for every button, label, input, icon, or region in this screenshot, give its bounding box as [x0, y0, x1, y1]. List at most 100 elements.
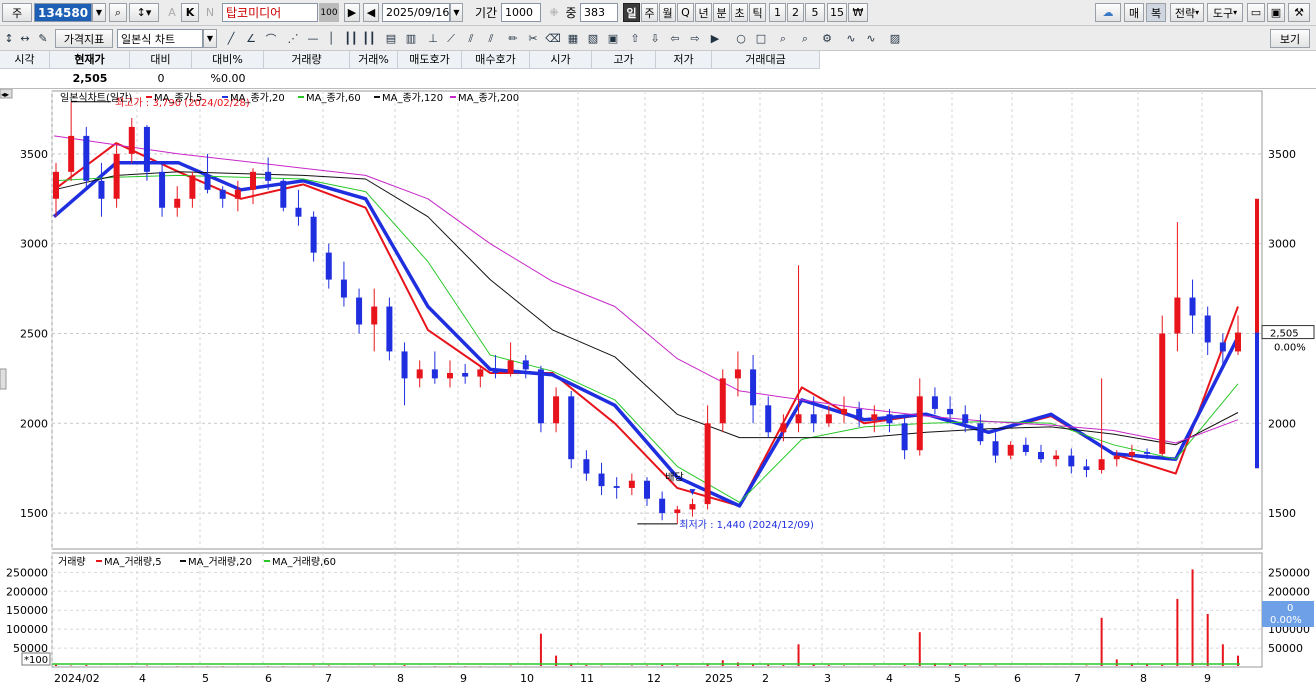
channel-tool-icon[interactable]: ⫽: [462, 29, 480, 48]
save-button[interactable]: ▣: [1267, 3, 1285, 22]
eraser-tool-icon[interactable]: ⌫: [544, 29, 562, 48]
period-button-6[interactable]: 초: [731, 3, 748, 22]
rect-tool-icon[interactable]: □: [752, 29, 770, 48]
note-tool-icon[interactable]: ▧: [584, 29, 602, 48]
zoom2-tool-icon[interactable]: ⌕: [796, 29, 814, 48]
grid-tool-icon[interactable]: ▤: [382, 29, 400, 48]
quote-header-1: 현재가: [50, 51, 130, 69]
circle-tool-icon[interactable]: ○: [732, 29, 750, 48]
next-button[interactable]: ▶: [344, 3, 360, 22]
letter-n-button[interactable]: N: [203, 3, 217, 22]
left-collapse-handle[interactable]: [0, 368, 7, 390]
stock-chart[interactable]: ◂▸35003500300030002500250020002000150015…: [0, 88, 1316, 687]
grid2-tool-icon[interactable]: ▥: [402, 29, 420, 48]
x-axis-label: 7: [1074, 672, 1081, 685]
image-tool-icon[interactable]: ▨: [886, 29, 904, 48]
cloud-button[interactable]: ☁: [1095, 3, 1121, 22]
bars2-tool-icon[interactable]: ┃┃: [360, 29, 378, 48]
marker-tool-icon[interactable]: ▶: [706, 29, 724, 48]
chart-type-select[interactable]: 일본식 차트: [117, 29, 203, 48]
tools-button[interactable]: 도구 ▾: [1207, 3, 1243, 22]
gear-tool-icon[interactable]: ⚙: [818, 29, 836, 48]
candle-body: [613, 486, 620, 488]
up-arrow-icon[interactable]: ⇧: [626, 29, 644, 48]
candle-body: [1083, 466, 1090, 470]
candle-body: [386, 306, 393, 352]
stock-name-field[interactable]: 탑코미디어: [222, 3, 318, 22]
strategy-button[interactable]: 전략 ▾: [1170, 3, 1204, 22]
period-button-7[interactable]: 틱: [749, 3, 766, 22]
market-select[interactable]: 주: [2, 3, 32, 22]
candle-body: [143, 126, 150, 172]
quote-value-5: [350, 70, 398, 88]
crosshair-icon[interactable]: ⁜: [544, 3, 564, 22]
view-button[interactable]: 보기: [1270, 29, 1310, 48]
arrow-left-right-icon[interactable]: ↔: [16, 29, 34, 48]
code-dropdown-arrow[interactable]: ▼: [92, 3, 106, 22]
stock-code-input[interactable]: 134580: [34, 3, 92, 22]
search-button[interactable]: ⌕: [109, 3, 127, 22]
period-input[interactable]: 1000: [501, 3, 541, 22]
date-input[interactable]: 2025/09/16: [382, 3, 450, 22]
quote-value-2: 0: [157, 72, 165, 85]
period-button-5[interactable]: 분: [713, 3, 730, 22]
zoom-tool-icon[interactable]: ⌕: [774, 29, 792, 48]
candle-body: [340, 279, 347, 298]
line-tool-icon[interactable]: ╱: [222, 29, 240, 48]
magic-tool-icon[interactable]: ✂: [524, 29, 542, 48]
copy-button[interactable]: 복: [1146, 3, 1166, 22]
hline-tool-icon[interactable]: —: [304, 29, 322, 48]
candle-body: [583, 459, 590, 474]
period-button-3[interactable]: Q: [677, 3, 694, 22]
sort-button[interactable]: ↕▾: [129, 3, 159, 22]
current-volume-label: 0: [1287, 603, 1293, 614]
candle-body: [522, 360, 529, 370]
pencil-tool-icon[interactable]: ✏: [504, 29, 522, 48]
candle-body: [765, 405, 772, 433]
period-button-10[interactable]: 5: [805, 3, 825, 22]
bars-tool-icon[interactable]: ┃┃: [342, 29, 360, 48]
price-indicator-button[interactable]: 가격지표: [55, 29, 113, 48]
x-axis-label: 7: [325, 672, 332, 685]
parallel-tool-icon[interactable]: ⫽: [482, 29, 500, 48]
angle-tool-icon[interactable]: ∠: [242, 29, 260, 48]
edit-icon[interactable]: ✎: [34, 29, 52, 48]
wave-tool-icon[interactable]: ∿: [842, 29, 860, 48]
vline-tool-icon[interactable]: │: [322, 29, 340, 48]
chart-type-dropdown[interactable]: ▼: [203, 29, 217, 48]
arc-tool-icon[interactable]: ⌒: [262, 29, 280, 48]
down-arrow-icon[interactable]: ⇩: [646, 29, 664, 48]
letter-k-button[interactable]: K: [181, 3, 199, 22]
trend-tool-icon[interactable]: ⟋: [442, 29, 460, 48]
box-tool-icon[interactable]: ▣: [604, 29, 622, 48]
period-button-1[interactable]: 주: [641, 3, 658, 22]
candle-body: [492, 369, 499, 373]
period-button-8[interactable]: 1: [769, 3, 786, 22]
prev-button[interactable]: ◀: [363, 3, 379, 22]
wave2-tool-icon[interactable]: ∿: [862, 29, 880, 48]
left-arrow-icon[interactable]: ⇦: [666, 29, 684, 48]
chart-area[interactable]: ◂▸35003500300030002500250020002000150015…: [0, 88, 1316, 687]
price-legend-item: MA_종가,5: [154, 92, 202, 104]
candle-body: [401, 351, 408, 379]
settings-button[interactable]: ⚒: [1288, 3, 1310, 22]
open-folder-button[interactable]: ▭: [1247, 3, 1265, 22]
period-button-9[interactable]: 2: [787, 3, 804, 22]
fan-tool-icon[interactable]: ⋰: [284, 29, 302, 48]
letter-a-button[interactable]: A: [165, 3, 179, 22]
buy-button[interactable]: 매: [1124, 3, 1144, 22]
candle-body: [295, 207, 302, 217]
text-tool-icon[interactable]: ▦: [564, 29, 582, 48]
period-button-4[interactable]: 년: [695, 3, 712, 22]
date-dropdown[interactable]: ▼: [450, 3, 463, 22]
period-button-12[interactable]: ₩: [848, 3, 868, 22]
period-button-11[interactable]: 15: [827, 3, 847, 22]
period-button-2[interactable]: 월: [659, 3, 676, 22]
candle-body: [537, 369, 544, 424]
right-arrow-icon[interactable]: ⇨: [686, 29, 704, 48]
candle-body: [507, 360, 514, 373]
fork-tool-icon[interactable]: ⊥: [424, 29, 442, 48]
mid-input[interactable]: 383: [580, 3, 618, 22]
period-button-0[interactable]: 일: [623, 3, 640, 22]
candle-body: [1204, 315, 1211, 343]
